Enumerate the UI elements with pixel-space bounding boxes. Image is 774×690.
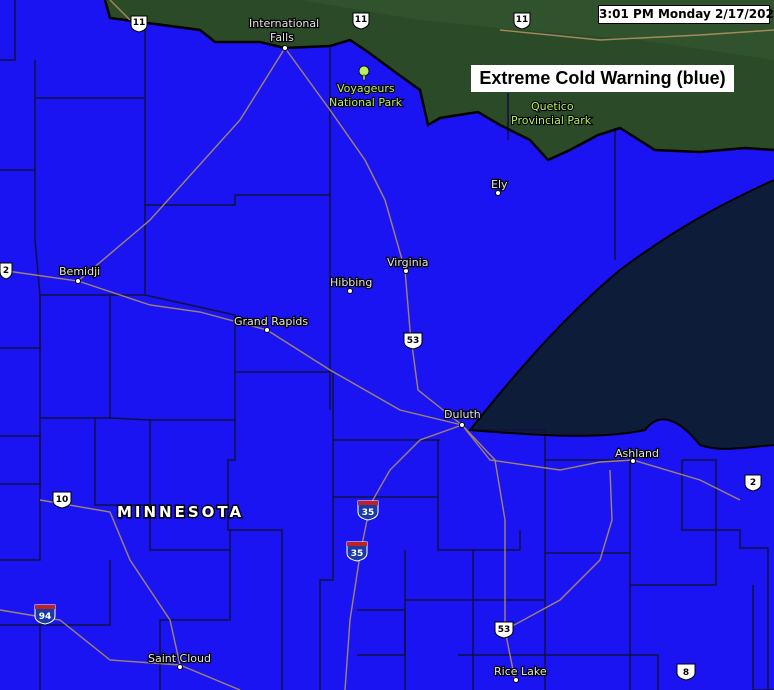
city-markers [75,45,636,683]
virginia-label: Virginia [387,256,428,269]
saint-cloud-label: Saint Cloud [148,652,211,665]
tree-icon [358,65,370,81]
minnesota-label: MINNESOTA [117,503,244,521]
us-shield-11-b: 11 [352,12,370,30]
ashland-label: Ashland [615,447,659,460]
interstate-shield-35-south: 35 [346,541,368,562]
interstate-shield-35-south-text: 35 [351,549,364,559]
us-shield-11-b-text: 11 [355,15,368,25]
voyageurs-label-2: National Park [329,96,403,109]
us-shield-11-a-text: 11 [133,18,146,28]
rice-lake-label: Rice Lake [494,665,547,678]
us-shield-2-east: 2 [744,474,762,492]
dot-icon [75,278,81,284]
international-falls-label-1: International [249,17,319,30]
dot-icon [513,677,519,683]
hibbing-label: Hibbing [330,276,372,289]
quetico-label-1: Quetico [531,100,574,113]
quetico-label-2: Provincial Park [511,114,592,127]
us-shield-2-west: 2 [0,262,13,280]
dot-icon [264,327,270,333]
dot-icon [459,422,465,428]
interstate-shield-35-north-text: 35 [362,508,375,518]
dot-icon [282,45,288,51]
duluth-label: Duluth [444,408,481,421]
grand-rapids-label: Grand Rapids [234,315,308,328]
us-shield-8-text: 8 [683,668,689,678]
us-shield-53-south: 53 [494,621,514,639]
us-shield-8: 8 [676,663,696,681]
dot-icon [177,664,183,670]
us-shield-53-north-text: 53 [407,336,420,346]
label-layer: .city { font-family:"DejaVu Sans", sans-… [0,12,762,683]
voyageurs-label-1: Voyageurs [337,82,395,95]
interstate-shield-94-text: 94 [39,612,52,622]
dot-icon [347,288,353,294]
us-shield-10-text: 10 [56,495,69,505]
us-shield-11-c: 11 [513,12,531,30]
us-shield-11-a: 11 [130,15,148,33]
international-falls-label-2: Falls [270,31,294,44]
bemidji-label: Bemidji [59,265,100,278]
dot-icon [403,268,409,274]
dot-icon [495,190,501,196]
us-shield-53-south-text: 53 [498,625,511,635]
us-shield-2-east-text: 2 [750,478,756,488]
interstate-shield-35-north: 35 [357,500,379,521]
interstate-shield-94: 94 [34,604,56,625]
us-shield-11-c-text: 11 [516,15,529,25]
us-shield-2-west-text: 2 [3,266,9,276]
us-shield-53-north: 53 [403,332,423,350]
ely-label: Ely [491,178,508,191]
us-shield-10: 10 [52,491,72,509]
